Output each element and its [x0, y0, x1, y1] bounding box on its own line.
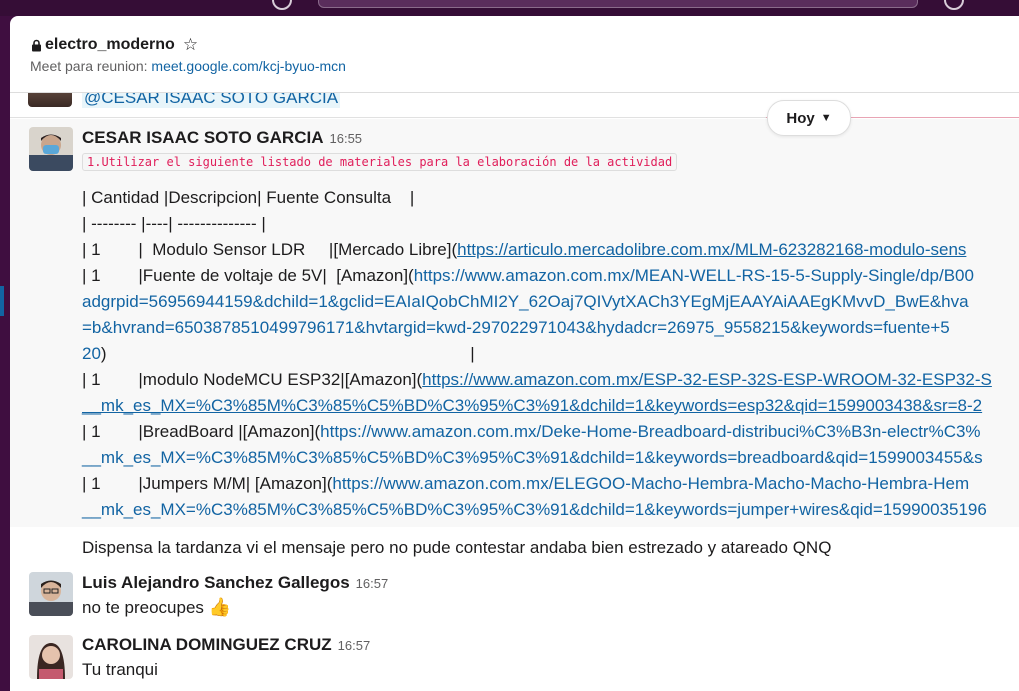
message-text: Dispensa la tardanza vi el mensaje pero …	[82, 538, 832, 557]
row-text: | 1 |BreadBoard |[Amazon](	[82, 422, 321, 441]
url-link[interactable]: adgrpid=56956944159&dchild=1&gclid=EAIaI…	[82, 292, 969, 311]
url-link[interactable]: =b&hvrand=6503878510499796171&hvtargid=k…	[82, 318, 950, 337]
table-row: __mk_es_MX=%C3%85M%C3%85%C5%BD%C3%95%C3%…	[82, 448, 983, 468]
sender-name[interactable]: Luis Alejandro Sanchez Gallegos	[82, 573, 350, 592]
sender-name[interactable]: CAROLINA DOMINGUEZ CRUZ	[82, 635, 332, 654]
topic-prefix: Meet para reunion:	[30, 58, 152, 74]
row-text: | 1 |Jumpers M/M| [Amazon](	[82, 474, 333, 493]
date-divider-button[interactable]: Hoy ▼	[767, 100, 851, 136]
avatar[interactable]	[28, 93, 72, 107]
url-link[interactable]: https://articulo.mercadolibre.com.mx/MLM…	[457, 240, 966, 259]
chevron-down-icon: ▼	[820, 112, 832, 124]
table-row: | 1 |modulo NodeMCU ESP32|[Amazon](https…	[82, 370, 992, 390]
channel-topic: Meet para reunion: meet.google.com/kcj-b…	[30, 58, 346, 74]
previous-message: @CESAR ISAAC SOTO GARCIA	[10, 93, 1019, 109]
message-text: no te preocupes 👍	[82, 597, 231, 618]
avatar[interactable]	[29, 127, 73, 171]
date-label: Hoy	[786, 109, 815, 127]
url-link[interactable]: __mk_es_MX=%C3%85M%C3%85%C5%BD%C3%95%C3%…	[82, 448, 983, 467]
inline-code: 1.Utilizar el siguiente listado de mater…	[82, 153, 678, 171]
message-time[interactable]: 16:55	[330, 131, 363, 146]
avatar-image	[29, 572, 73, 616]
table-row: 20) |	[82, 344, 475, 364]
message-sender[interactable]: CAROLINA DOMINGUEZ CRUZ 16:57	[82, 635, 370, 655]
table-row: | 1 |Jumpers M/M| [Amazon](https://www.a…	[82, 474, 969, 494]
table-row: =b&hvrand=6503878510499796171&hvtargid=k…	[82, 318, 950, 338]
thumbs-up-icon: 👍	[208, 597, 232, 617]
message-body: no te preocupes	[82, 598, 204, 617]
table-row: adgrpid=56956944159&dchild=1&gclid=EAIaI…	[82, 292, 969, 312]
row-text: | Cantidad |Descripcion| Fuente Consulta…	[82, 188, 415, 207]
avatar-image	[29, 635, 73, 679]
topic-link[interactable]: meet.google.com/kcj-byuo-mcn	[151, 58, 346, 74]
url-link[interactable]: https://www.amazon.com.mx/MEAN-WELL-RS-1…	[414, 266, 974, 285]
sidebar-edge	[0, 16, 10, 691]
channel-name: electro_moderno	[45, 36, 175, 53]
user-mention[interactable]: @CESAR ISAAC SOTO GARCIA	[82, 93, 341, 108]
search-bar[interactable]	[318, 0, 918, 8]
table-row: | 1 |Fuente de voltaje de 5V| [Amazon](h…	[82, 266, 974, 286]
channel-title[interactable]: electro_moderno ☆	[31, 35, 198, 55]
message-list: @CESAR ISAAC SOTO GARCIA Hoy ▼ CESAR ISA…	[10, 93, 1019, 691]
sender-name[interactable]: CESAR ISAAC SOTO GARCIA	[82, 128, 324, 147]
table-row: | 1 |BreadBoard |[Amazon](https://www.am…	[82, 422, 981, 442]
history-icon[interactable]	[272, 0, 292, 10]
row-text: ) |	[100, 344, 475, 363]
avatar[interactable]	[29, 572, 73, 616]
sidebar-active-indicator	[0, 286, 4, 316]
message-sender[interactable]: Luis Alejandro Sanchez Gallegos 16:57	[82, 573, 388, 593]
table-row: __mk_es_MX=%C3%85M%C3%85%C5%BD%C3%95%C3%…	[82, 500, 987, 520]
url-link[interactable]: https://www.amazon.com.mx/ELEGOO-Macho-H…	[332, 474, 969, 493]
message-text: Tu tranqui	[82, 660, 158, 679]
avatar-image	[29, 127, 73, 171]
message-time[interactable]: 16:57	[356, 576, 389, 591]
star-icon[interactable]: ☆	[183, 35, 198, 55]
lock-icon	[32, 39, 41, 51]
message-sender[interactable]: CESAR ISAAC SOTO GARCIA 16:55	[82, 128, 362, 148]
avatar[interactable]	[29, 635, 73, 679]
top-bar	[0, 0, 1019, 16]
table-row: | Cantidad |Descripcion| Fuente Consulta…	[82, 188, 414, 208]
row-text: | 1 | Modulo Sensor LDR |[Mercado Libre]…	[82, 240, 458, 259]
url-link[interactable]: 20	[82, 344, 101, 363]
row-text: | 1 |modulo NodeMCU ESP32|[Amazon](	[82, 370, 423, 389]
row-text: | 1 |Fuente de voltaje de 5V| [Amazon](	[82, 266, 414, 285]
url-link[interactable]: https://www.amazon.com.mx/Deke-Home-Brea…	[320, 422, 980, 441]
channel-panel: electro_moderno ☆ Meet para reunion: mee…	[10, 16, 1019, 691]
table-row: | -------- |----| -------------- |	[82, 214, 266, 234]
url-link[interactable]: __mk_es_MX=%C3%85M%C3%85%C5%BD%C3%95%C3%…	[82, 500, 987, 519]
help-icon[interactable]	[944, 0, 964, 10]
channel-header: electro_moderno ☆ Meet para reunion: mee…	[10, 16, 1019, 93]
url-link[interactable]: https://www.amazon.com.mx/ESP-32-ESP-32S…	[422, 370, 992, 389]
message-time[interactable]: 16:57	[338, 638, 371, 653]
table-row: | 1 | Modulo Sensor LDR |[Mercado Libre]…	[82, 240, 966, 260]
url-link[interactable]: __mk_es_MX=%C3%85M%C3%85%C5%BD%C3%95%C3%…	[82, 396, 982, 415]
table-row: __mk_es_MX=%C3%85M%C3%85%C5%BD%C3%95%C3%…	[82, 396, 982, 416]
row-text: | -------- |----| -------------- |	[82, 214, 266, 233]
